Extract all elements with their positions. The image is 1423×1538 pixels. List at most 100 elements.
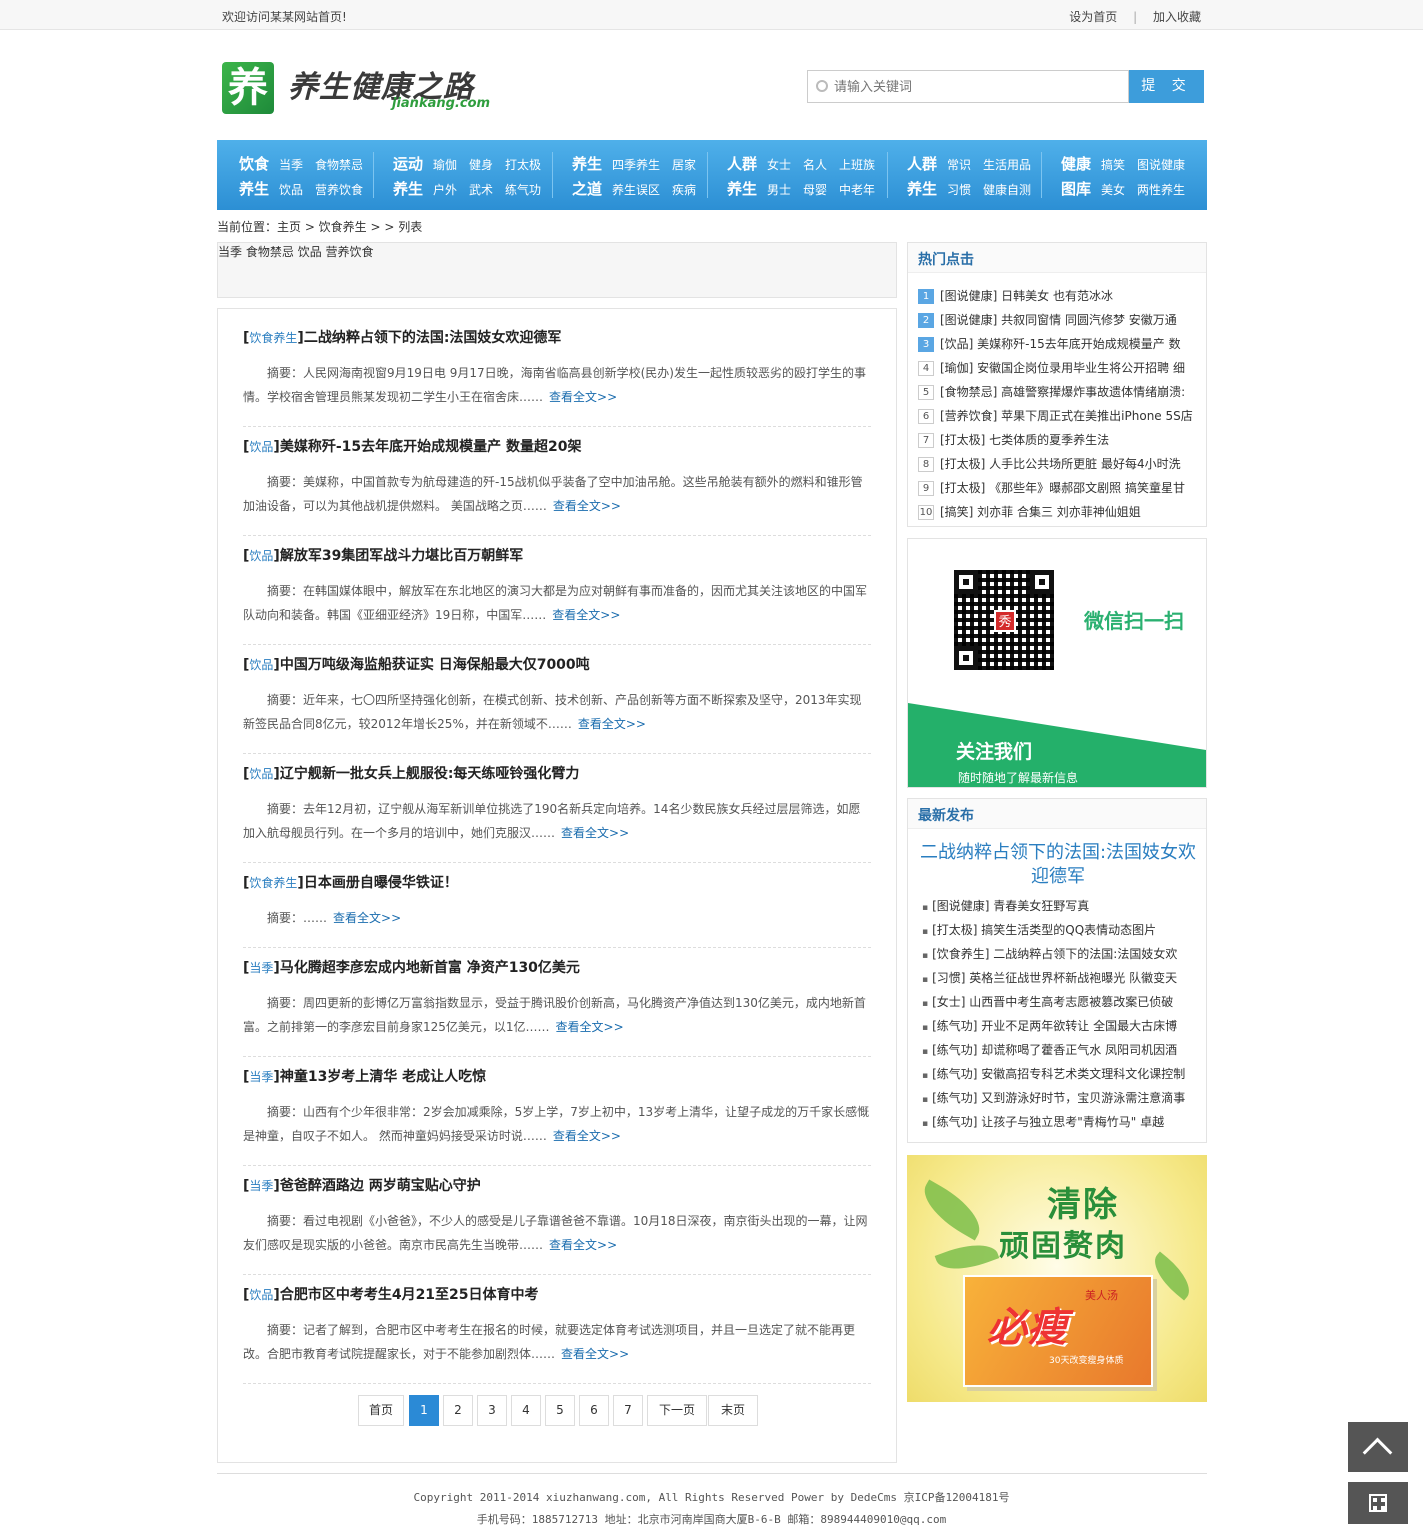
nav-link[interactable]: 美女 (1101, 181, 1125, 198)
nav-link[interactable]: 习惯 (947, 181, 971, 198)
read-more-link[interactable]: 查看全文>> (553, 1129, 621, 1143)
nav-link[interactable]: 养生误区 (612, 181, 660, 198)
page-button[interactable]: 5 (545, 1395, 575, 1426)
article-category-link[interactable]: 饮品 (249, 1288, 273, 1302)
nav-link[interactable]: 打太极 (505, 156, 541, 173)
latest-item[interactable]: [练气功] 开业不足两年欲转让 全国最大古床博 (922, 1017, 1194, 1034)
article-category-link[interactable]: 饮品 (249, 549, 273, 563)
nav-heading[interactable]: 养生 (393, 178, 423, 199)
nav-link[interactable]: 营养饮食 (315, 181, 363, 198)
latest-item[interactable]: [打太极] 搞笑生活类型的QQ表情动态图片 (922, 921, 1194, 938)
article-title-link[interactable]: 解放军39集团军战斗力堪比百万朝鲜军 (280, 548, 523, 564)
nav-link[interactable]: 饮品 (279, 181, 303, 198)
bookmark-link[interactable]: 加入收藏 (1153, 10, 1201, 24)
page-button[interactable]: 3 (477, 1395, 507, 1426)
nav-link[interactable]: 名人 (803, 156, 827, 173)
nav-link[interactable]: 中老年 (839, 181, 875, 198)
article-category-link[interactable]: 当季 (249, 1070, 273, 1084)
nav-link[interactable]: 武术 (469, 181, 493, 198)
category-link[interactable]: 当季 (218, 245, 242, 259)
search-input[interactable] (834, 77, 1119, 97)
latest-item[interactable]: [练气功] 却谎称喝了藿香正气水 凤阳司机因酒 (922, 1041, 1194, 1058)
read-more-link[interactable]: 查看全文>> (578, 717, 646, 731)
search-submit-button[interactable]: 提 交 (1129, 70, 1204, 103)
back-to-top-button[interactable] (1348, 1422, 1408, 1472)
nav-link[interactable]: 健身 (469, 156, 493, 173)
qr-float-button[interactable] (1348, 1482, 1408, 1524)
article-category-link[interactable]: 当季 (249, 1179, 273, 1193)
latest-item[interactable]: [练气功] 让孩子与独立思考"青梅竹马" 卓越 (922, 1113, 1194, 1130)
article-title-link[interactable]: 中国万吨级海监船获证实 日海保船最大仅7000吨 (280, 657, 590, 673)
nav-link[interactable]: 图说健康 (1137, 156, 1185, 173)
hot-item[interactable]: 4 [瑜伽] 安徽国企岗位录用毕业生将公开招聘 细 (918, 359, 1198, 376)
article-category-link[interactable]: 饮品 (249, 658, 273, 672)
nav-heading[interactable]: 养生 (907, 178, 937, 199)
latest-item[interactable]: [图说健康] 青春美女狂野写真 (922, 897, 1194, 914)
read-more-link[interactable]: 查看全文>> (556, 1020, 624, 1034)
read-more-link[interactable]: 查看全文>> (549, 1238, 617, 1252)
read-more-link[interactable]: 查看全文>> (333, 911, 401, 925)
read-more-link[interactable]: 查看全文>> (549, 390, 617, 404)
hot-item[interactable]: 6 [营养饮食] 苹果下周正式在美推出iPhone 5S店 (918, 407, 1198, 424)
nav-heading[interactable]: 养生 (727, 178, 757, 199)
nav-link[interactable]: 瑜伽 (433, 156, 457, 173)
article-title-link[interactable]: 日本画册自曝侵华铁证！ (304, 875, 458, 891)
article-title-link[interactable]: 合肥市区中考考生4月21至25日体育中考 (280, 1287, 539, 1303)
nav-link[interactable]: 两性养生 (1137, 181, 1185, 198)
page-button[interactable]: 下一页 (647, 1395, 707, 1426)
nav-heading[interactable]: 健康 (1061, 153, 1091, 174)
article-category-link[interactable]: 饮食养生 (249, 876, 297, 890)
nav-link[interactable]: 四季养生 (612, 156, 660, 173)
nav-link[interactable]: 食物禁忌 (315, 156, 363, 173)
article-title-link[interactable]: 二战纳粹占领下的法国:法国妓女欢迎德军 (304, 330, 562, 346)
latest-item[interactable]: [饮食养生] 二战纳粹占领下的法国:法国妓女欢 (922, 945, 1194, 962)
nav-heading[interactable]: 养生 (572, 153, 602, 174)
page-button[interactable]: 首页 (358, 1395, 404, 1426)
article-title-link[interactable]: 美媒称歼-15去年底开始成规模量产 数量超20架 (280, 439, 582, 455)
category-link[interactable]: 营养饮食 (326, 245, 374, 259)
hot-item[interactable]: 9 [打太极] 《那些年》曝郝邵文剧照 搞笑童星甘 (918, 479, 1198, 496)
article-title-link[interactable]: 马化腾超李彦宏成内地新首富 净资产130亿美元 (280, 960, 580, 976)
nav-link[interactable]: 男士 (767, 181, 791, 198)
nav-link[interactable]: 居家 (672, 156, 696, 173)
page-button[interactable]: 7 (613, 1395, 643, 1426)
nav-heading[interactable]: 人群 (907, 153, 937, 174)
nav-link[interactable]: 上班族 (839, 156, 875, 173)
read-more-link[interactable]: 查看全文>> (561, 826, 629, 840)
hot-item[interactable]: 3 [饮品] 美媒称歼-15去年底开始成规模量产 数 (918, 335, 1198, 352)
latest-headline[interactable]: 二战纳粹占领下的法国:法国妓女欢迎德军 (918, 841, 1198, 889)
nav-heading[interactable]: 饮食 (239, 153, 269, 174)
nav-heading[interactable]: 人群 (727, 153, 757, 174)
category-link[interactable]: 饮品 (298, 245, 322, 259)
read-more-link[interactable]: 查看全文>> (553, 499, 621, 513)
site-logo[interactable]: 养 养生健康之路 jiankang.com (222, 60, 497, 118)
article-title-link[interactable]: 神童13岁考上清华 老成让人吃惊 (280, 1069, 486, 1085)
latest-item[interactable]: [练气功] 安徽高招专科艺术类文理科文化课控制 (922, 1065, 1194, 1082)
nav-link[interactable]: 当季 (279, 156, 303, 173)
hot-item[interactable]: 8 [打太极] 人手比公共场所更脏 最好每4小时洗 (918, 455, 1198, 472)
nav-link[interactable]: 生活用品 (983, 156, 1031, 173)
article-title-link[interactable]: 辽宁舰新一批女兵上舰服役:每天练哑铃强化臂力 (280, 766, 580, 782)
article-category-link[interactable]: 当季 (249, 961, 273, 975)
article-category-link[interactable]: 饮品 (249, 767, 273, 781)
article-category-link[interactable]: 饮食养生 (249, 331, 297, 345)
page-button[interactable]: 6 (579, 1395, 609, 1426)
qr-code-icon[interactable]: 秀 (951, 567, 1057, 673)
hot-item[interactable]: 1 [图说健康] 日韩美女 也有范冰冰 (918, 287, 1198, 304)
nav-link[interactable]: 搞笑 (1101, 156, 1125, 173)
latest-item[interactable]: [练气功] 又到游泳好时节，宝贝游泳需注意滴事 (922, 1089, 1194, 1106)
nav-link[interactable]: 健康自测 (983, 181, 1031, 198)
nav-heading[interactable]: 养生 (239, 178, 269, 199)
article-category-link[interactable]: 饮品 (249, 440, 273, 454)
read-more-link[interactable]: 查看全文>> (552, 608, 620, 622)
set-home-link[interactable]: 设为首页 (1069, 10, 1117, 24)
page-button[interactable]: 2 (443, 1395, 473, 1426)
latest-item[interactable]: [女士] 山西晋中考生高考志愿被篡改案已侦破 (922, 993, 1194, 1010)
read-more-link[interactable]: 查看全文>> (561, 1347, 629, 1361)
nav-link[interactable]: 练气功 (505, 181, 541, 198)
nav-heading[interactable]: 图库 (1061, 178, 1091, 199)
hot-item[interactable]: 7 [打太极] 七类体质的夏季养生法 (918, 431, 1198, 448)
nav-link[interactable]: 户外 (433, 181, 457, 198)
nav-link[interactable]: 疾病 (672, 181, 696, 198)
latest-item[interactable]: [习惯] 英格兰征战世界杯新战袍曝光 队徽变天 (922, 969, 1194, 986)
